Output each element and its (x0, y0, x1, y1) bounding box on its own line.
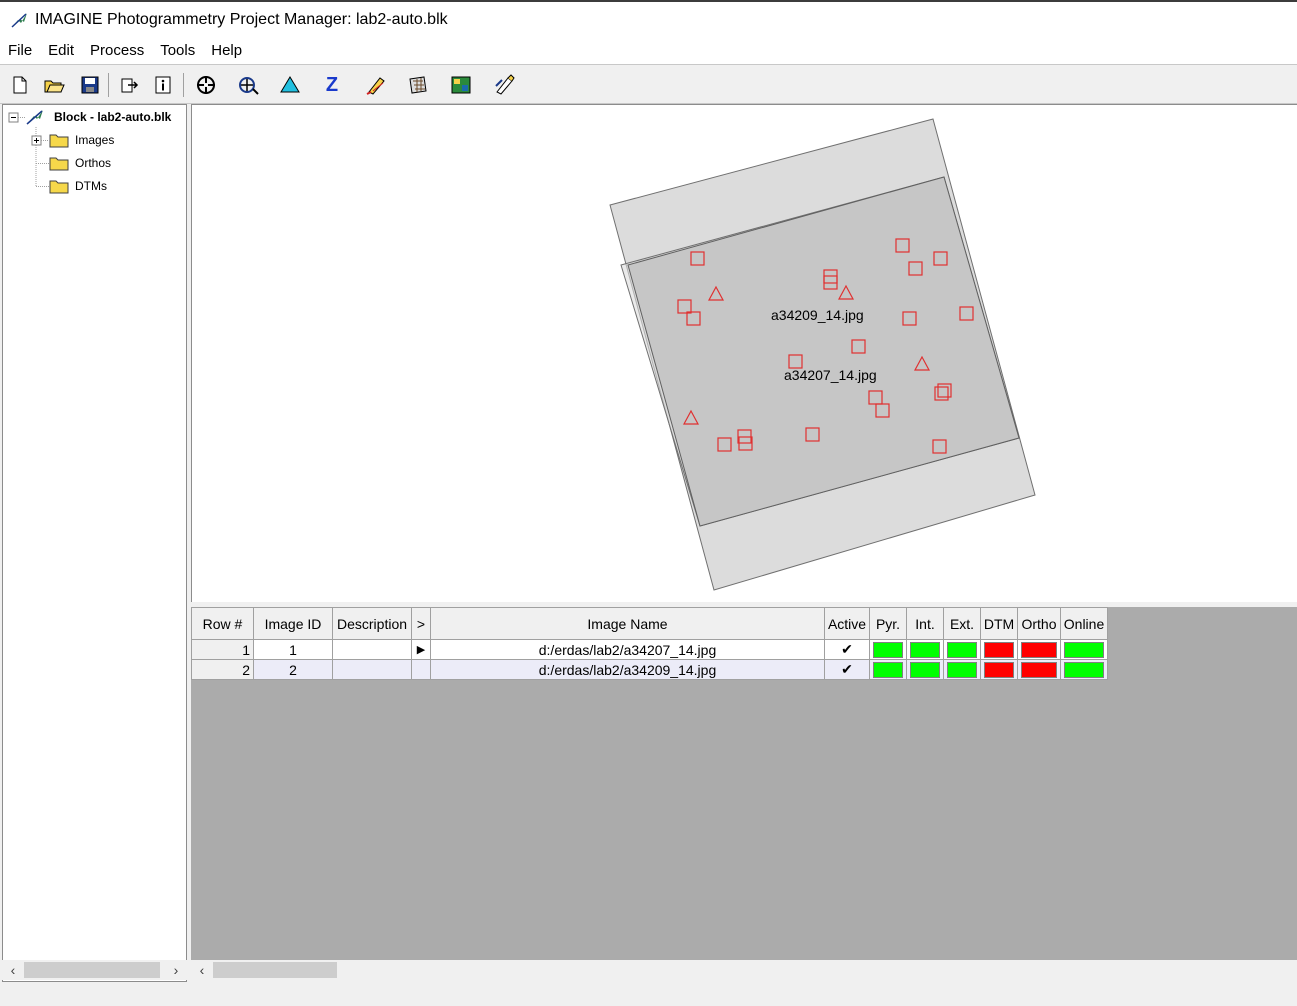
tree-item-orthos[interactable]: Orthos (49, 153, 111, 173)
cell-image-name[interactable]: d:/erdas/lab2/a34209_14.jpg (430, 659, 825, 680)
image-table: Row # Image ID Description > Image Name … (191, 607, 1108, 680)
cell-pyr-status[interactable] (869, 659, 907, 680)
edit-pencil-icon[interactable] (363, 72, 389, 98)
cell-active[interactable]: ✔ (824, 639, 870, 660)
table-row[interactable]: 2 2 d:/erdas/lab2/a34209_14.jpg ✔ (191, 659, 1108, 680)
tree-scrollbar[interactable]: ‹ › (2, 960, 187, 980)
cell-ext-status[interactable] (943, 659, 981, 680)
app-icon (11, 13, 27, 28)
menu-edit[interactable]: Edit (40, 38, 82, 64)
col-header-row-num[interactable]: Row # (191, 607, 254, 640)
scroll-thumb[interactable] (213, 962, 337, 978)
cell-ext-status[interactable] (943, 639, 981, 660)
mosaic-icon[interactable] (405, 72, 431, 98)
triangulation-icon[interactable] (277, 72, 303, 98)
tree-item-images[interactable]: Images (49, 130, 114, 150)
menu-help[interactable]: Help (203, 38, 250, 64)
tree-label-orthos: Orthos (75, 156, 112, 170)
tree-label-images: Images (75, 133, 115, 147)
cell-image-name[interactable]: d:/erdas/lab2/a34207_14.jpg (430, 639, 825, 660)
grid-scrollbar[interactable]: ‹ (191, 960, 1297, 980)
z-dtm-icon[interactable]: Z (319, 72, 345, 98)
cell-active[interactable]: ✔ (824, 659, 870, 680)
menu-tools[interactable]: Tools (152, 38, 203, 64)
cell-description[interactable] (332, 639, 412, 660)
folder-icon (49, 180, 69, 194)
cell-row-num[interactable]: 1 (191, 639, 254, 660)
table-header-row: Row # Image ID Description > Image Name … (191, 607, 1108, 640)
status-bar (0, 982, 1297, 1006)
col-header-pointer[interactable]: > (411, 607, 431, 640)
toolbar: Z (0, 64, 1297, 104)
tree-item-dtms[interactable]: DTMs (49, 176, 107, 196)
menu-process[interactable]: Process (82, 38, 152, 64)
cell-int-status[interactable] (906, 659, 944, 680)
export-icon[interactable] (116, 72, 142, 98)
window-title: IMAGINE Photogrammetry Project Manager: … (35, 11, 448, 28)
image-label-a34207: a34207_14.jpg (784, 367, 877, 383)
scroll-thumb[interactable] (24, 962, 160, 978)
image-cell-array: Row # Image ID Description > Image Name … (191, 607, 1297, 960)
menu-file[interactable]: File (0, 38, 40, 64)
cell-description[interactable] (332, 659, 412, 680)
cell-pointer (411, 659, 431, 680)
col-header-image-name[interactable]: Image Name (430, 607, 825, 640)
tree-label-block: Block - lab2-auto.blk (54, 110, 172, 124)
cell-pyr-status[interactable] (869, 639, 907, 660)
col-header-online[interactable]: Online (1060, 607, 1108, 640)
open-folder-icon[interactable] (41, 72, 67, 98)
info-icon[interactable] (150, 72, 176, 98)
block-graphic-view[interactable]: a34209_14.jpg a34207_14.jpg (191, 104, 1297, 602)
scroll-left-icon[interactable]: ‹ (191, 962, 213, 978)
col-header-description[interactable]: Description (332, 607, 412, 640)
cell-online-status[interactable] (1060, 659, 1108, 680)
col-header-active[interactable]: Active (824, 607, 870, 640)
footprint-canvas[interactable]: a34209_14.jpg a34207_14.jpg (192, 105, 1297, 602)
cell-ortho-status[interactable] (1017, 659, 1061, 680)
new-file-icon[interactable] (7, 72, 33, 98)
cell-image-id[interactable]: 2 (253, 659, 333, 680)
point-measure-icon[interactable] (193, 72, 219, 98)
menu-bar: File Edit Process Tools Help (0, 38, 1297, 64)
title-bar: IMAGINE Photogrammetry Project Manager: … (0, 0, 1297, 38)
ortho-icon[interactable] (448, 72, 474, 98)
cell-image-id[interactable]: 1 (253, 639, 333, 660)
cell-ortho-status[interactable] (1017, 639, 1061, 660)
scroll-left-icon[interactable]: ‹ (2, 962, 24, 978)
col-header-pyr[interactable]: Pyr. (869, 607, 907, 640)
block-tree: Block - lab2-auto.blk Images Orthos DTMs (2, 104, 187, 982)
cell-int-status[interactable] (906, 639, 944, 660)
folder-icon (49, 134, 69, 148)
save-icon[interactable] (77, 72, 103, 98)
cell-dtm-status[interactable] (980, 639, 1018, 660)
cell-dtm-status[interactable] (980, 659, 1018, 680)
cell-row-num[interactable]: 2 (191, 659, 254, 680)
auto-tie-icon[interactable] (235, 72, 261, 98)
cell-online-status[interactable] (1060, 639, 1108, 660)
col-header-int[interactable]: Int. (906, 607, 944, 640)
col-header-ortho[interactable]: Ortho (1017, 607, 1061, 640)
col-header-ext[interactable]: Ext. (943, 607, 981, 640)
scroll-right-icon[interactable]: › (165, 962, 187, 978)
block-icon (26, 110, 43, 125)
col-header-image-id[interactable]: Image ID (253, 607, 333, 640)
tree-label-dtms: DTMs (75, 179, 107, 193)
folder-icon (49, 157, 69, 171)
table-row[interactable]: 1 1 ▶ d:/erdas/lab2/a34207_14.jpg ✔ (191, 639, 1108, 660)
feature-collect-icon[interactable] (491, 72, 517, 98)
tree-item-block[interactable]: Block - lab2-auto.blk (25, 107, 171, 127)
current-row-pointer-icon: ▶ (411, 639, 431, 660)
col-header-dtm[interactable]: DTM (980, 607, 1018, 640)
image-label-a34209: a34209_14.jpg (771, 307, 864, 323)
